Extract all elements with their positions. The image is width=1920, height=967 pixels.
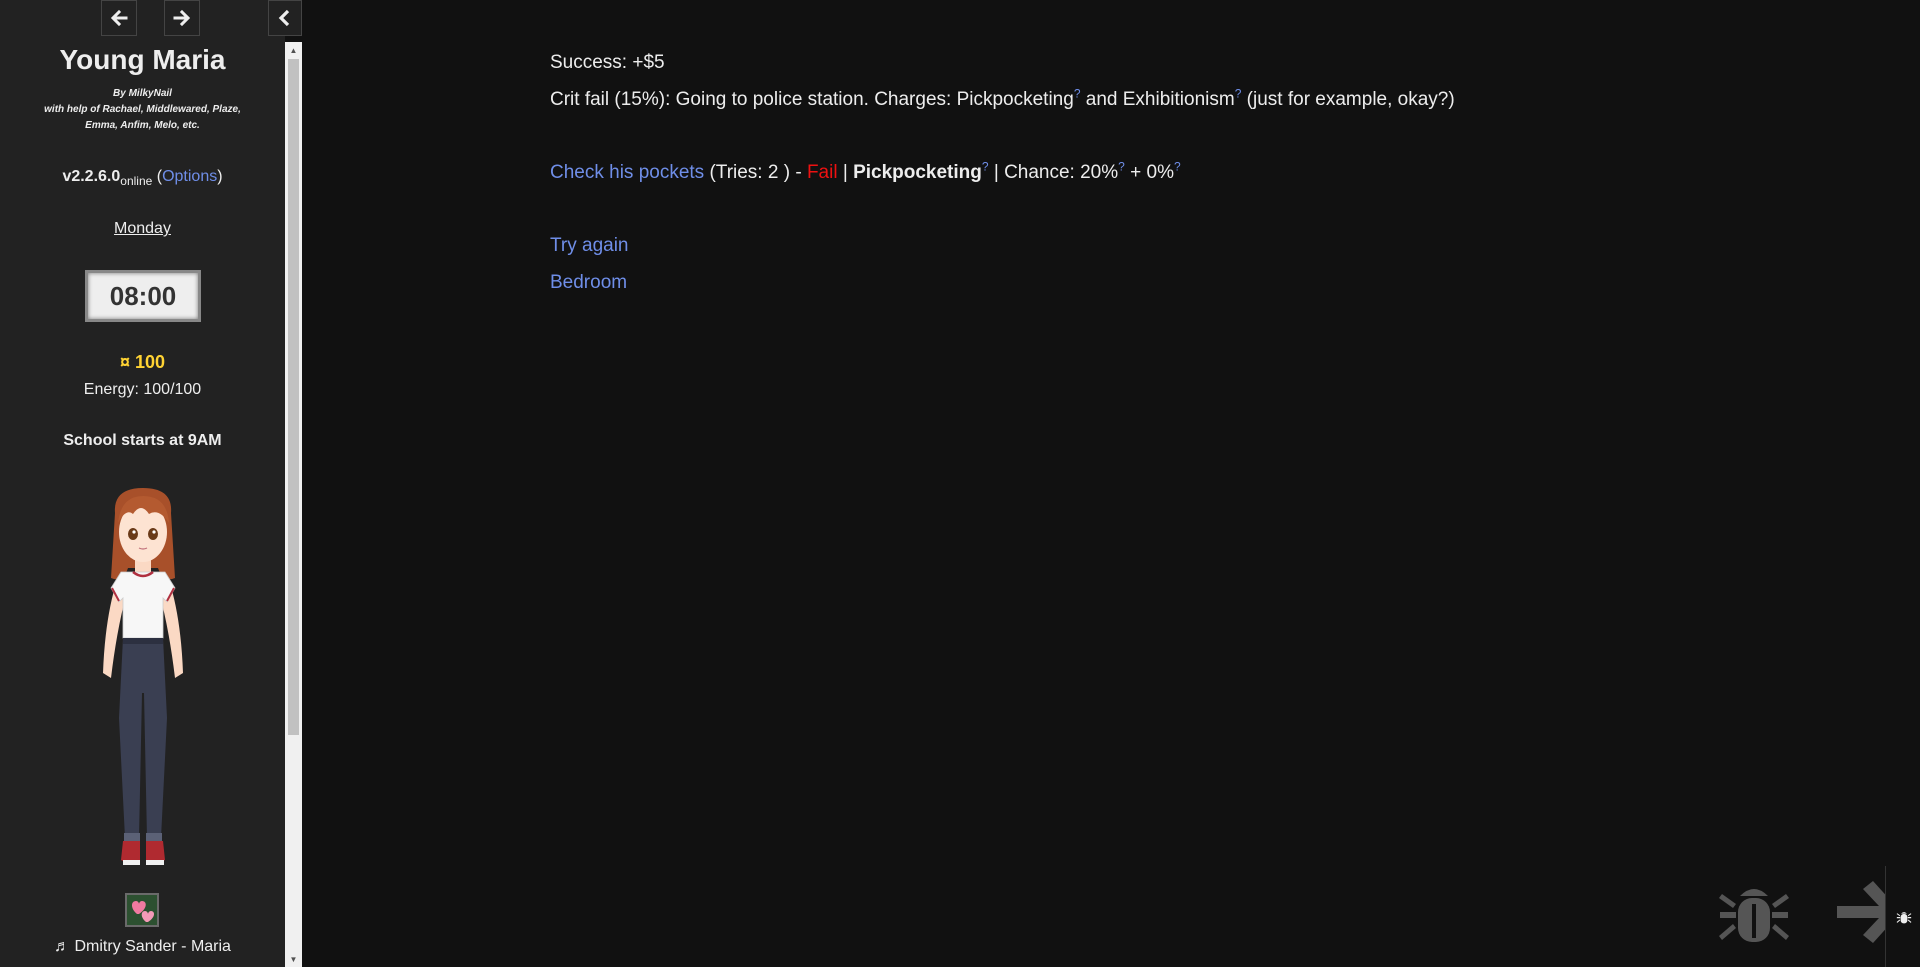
check-pockets-link[interactable]: Check his pockets	[550, 162, 704, 183]
skill-name: Pickpocketing	[853, 162, 982, 183]
bonus-text: + 0%	[1124, 162, 1174, 183]
credits-author: By MilkyNail	[113, 88, 172, 99]
sidebar-toggle-button[interactable]	[268, 0, 302, 36]
action-line: Check his pockets (Tries: 2 ) - Fail | P…	[550, 154, 1750, 191]
tries-text: (Tries: 2 ) -	[704, 162, 807, 183]
history-back-button[interactable]	[101, 0, 137, 36]
clock: 08:00	[85, 270, 201, 322]
success-line: Success: +$5	[550, 52, 665, 73]
debug-panel-button[interactable]	[1885, 866, 1920, 967]
bonus-help-icon[interactable]: ?	[1174, 160, 1181, 174]
pickpocketing-help-icon[interactable]: ?	[1074, 87, 1081, 101]
options-close-paren: )	[217, 168, 223, 185]
scrollbar-thumb[interactable]	[288, 59, 299, 735]
scroll-down-icon[interactable]: ▼	[285, 951, 302, 967]
separator: |	[837, 162, 854, 183]
options-link[interactable]: Options	[162, 168, 217, 185]
credits-helpers-cont: Emma, Anfim, Melo, etc.	[85, 120, 200, 131]
sidebar-scrollbar[interactable]: ▲ ▼	[285, 42, 302, 967]
bedroom-link[interactable]: Bedroom	[550, 272, 627, 293]
game-title: Young Maria	[59, 44, 226, 75]
bug-icon[interactable]	[1716, 874, 1792, 950]
bug-icon	[1896, 911, 1911, 923]
try-again-link[interactable]: Try again	[550, 235, 629, 256]
weekday[interactable]: Monday	[0, 220, 285, 238]
music-track: ♬ Dmitry Sander - Maria	[54, 938, 231, 955]
arrow-left-icon	[110, 9, 128, 27]
arrow-right-icon	[173, 9, 191, 27]
skill-help-icon[interactable]: ?	[982, 160, 989, 174]
school-notice: School starts at 9AM	[63, 432, 222, 449]
passage: Success: +$5 Crit fail (15%): Going to p…	[550, 44, 1750, 301]
love-status-button[interactable]	[125, 893, 159, 927]
scroll-up-icon[interactable]: ▲	[285, 42, 302, 58]
crit-fail-and: and Exhibitionism	[1080, 89, 1235, 110]
sidebar: Young Maria By MilkyNail with help of Ra…	[0, 0, 285, 967]
credits: By MilkyNail with help of Rachael, Middl…	[0, 86, 285, 134]
version-number: v2.2.6.0	[62, 168, 121, 185]
fail-status: Fail	[806, 162, 838, 183]
history-forward-button[interactable]	[164, 0, 200, 36]
hearts-icon	[132, 901, 155, 922]
chevron-left-icon	[278, 9, 290, 27]
version-suffix: online	[120, 174, 153, 189]
chance-text: | Chance: 20%	[988, 162, 1119, 183]
character-portrait	[103, 488, 183, 865]
crit-fail-text: Crit fail (15%): Going to police station…	[550, 89, 1074, 110]
crit-fail-note: (just for example, okay?)	[1241, 89, 1455, 110]
credits-helpers: with help of Rachael, Middlewared, Plaze…	[44, 104, 241, 115]
chance-help-icon[interactable]: ?	[1118, 160, 1125, 174]
crit-fail-line: Crit fail (15%): Going to police station…	[550, 81, 1750, 118]
version-line: v2.2.6.0online (Options)	[0, 168, 285, 188]
energy: Energy: 100/100	[83, 381, 202, 398]
money: ¤ 100	[119, 352, 166, 372]
